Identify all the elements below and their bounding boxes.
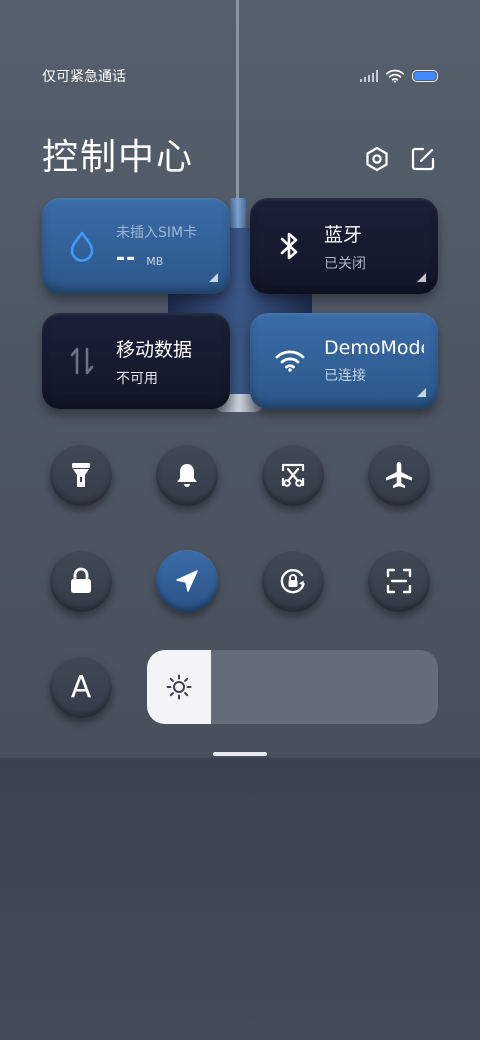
lamp-neck (230, 198, 246, 228)
ringer-toggle[interactable] (156, 444, 218, 506)
expand-corner-icon (417, 388, 426, 397)
brightness-fill (147, 650, 212, 724)
data-usage-amount: -- MB (116, 246, 197, 271)
settings-button[interactable] (362, 144, 392, 174)
mobile-data-text: 移动数据 不可用 (116, 335, 192, 388)
mobile-data-tile[interactable]: 移动数据 不可用 (42, 313, 230, 409)
settings-icon (366, 146, 388, 172)
bluetooth-text: 蓝牙 已关闭 (324, 220, 366, 273)
auto-brightness-label: A (70, 669, 92, 705)
bell-icon (177, 464, 197, 487)
page-title: 控制中心 (42, 137, 195, 178)
lock-icon (71, 567, 91, 593)
scanner-toggle[interactable] (368, 550, 430, 612)
wifi-network-name: DemoMode (324, 337, 424, 359)
lock-screen-toggle[interactable] (50, 550, 112, 612)
rotation-lock-toggle[interactable] (262, 550, 324, 612)
bluetooth-tile[interactable]: 蓝牙 已关闭 (250, 198, 438, 294)
lamp-cord (236, 0, 239, 205)
mobile-data-title: 移动数据 (116, 338, 193, 361)
airplane-icon (386, 462, 412, 488)
battery-fill (414, 72, 436, 80)
airplane-mode-toggle[interactable] (368, 444, 430, 506)
status-bar: 仅可紧急通话 (42, 64, 438, 88)
sun-icon (166, 674, 192, 700)
signal-icon (360, 70, 378, 82)
sim-status-label: 未插入SIM卡 (116, 224, 198, 241)
water-drop-icon (66, 230, 98, 262)
data-usage-text: 未插入SIM卡 -- MB (116, 222, 197, 271)
mobile-data-status: 不可用 (116, 370, 158, 387)
auto-brightness-button[interactable]: A (50, 656, 112, 718)
location-toggle[interactable] (156, 550, 218, 612)
data-arrows-icon (66, 346, 98, 376)
rotation-lock-icon (280, 568, 305, 594)
data-usage-tile[interactable]: 未插入SIM卡 -- MB (42, 198, 230, 294)
wifi-text: DemoMode 已连接 (324, 337, 424, 385)
scissors-icon (281, 463, 305, 487)
data-usage-unit: MB (146, 254, 164, 268)
data-usage-value: -- (116, 245, 137, 271)
expand-corner-icon (417, 273, 426, 282)
wifi-tile[interactable]: DemoMode 已连接 (250, 313, 438, 409)
wifi-icon (386, 69, 404, 83)
brightness-slider[interactable] (147, 650, 438, 724)
edit-button[interactable] (408, 144, 438, 174)
lower-shade (0, 758, 480, 1040)
scan-icon (386, 568, 412, 594)
carrier-label: 仅可紧急通话 (42, 69, 126, 85)
wifi-status: 已连接 (324, 368, 366, 384)
battery-icon (412, 70, 438, 82)
bluetooth-status: 已关闭 (324, 255, 366, 272)
location-arrow-icon (176, 570, 198, 592)
home-indicator[interactable] (213, 752, 267, 756)
wifi-icon (274, 349, 306, 373)
edit-icon (411, 147, 435, 171)
flashlight-toggle[interactable] (50, 444, 112, 506)
bluetooth-icon (274, 230, 306, 262)
status-icons (360, 69, 438, 83)
bluetooth-title: 蓝牙 (324, 223, 363, 246)
screenshot-toggle[interactable] (262, 444, 324, 506)
expand-corner-icon (209, 273, 218, 282)
flashlight-icon (72, 463, 90, 487)
